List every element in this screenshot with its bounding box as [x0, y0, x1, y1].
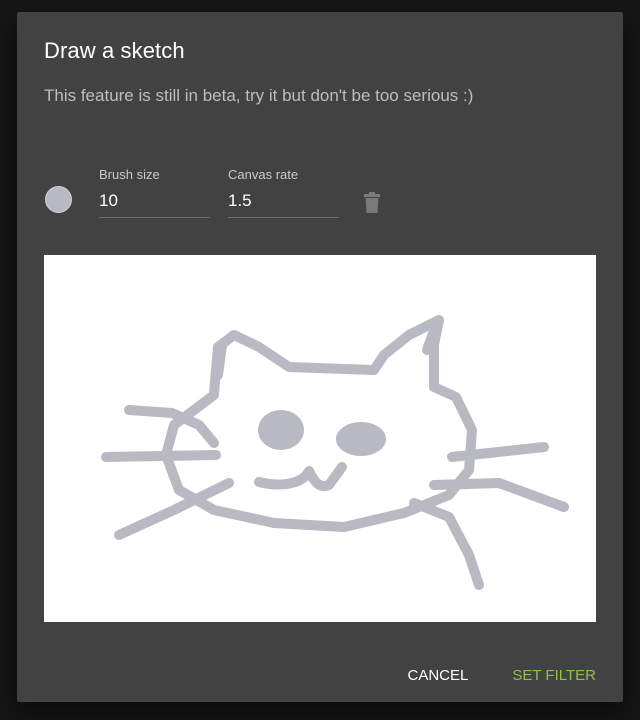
dialog-subtitle: This feature is still in beta, try it bu… [44, 86, 474, 105]
cat-whisker-left-mid [101, 450, 221, 462]
dialog-title: Draw a sketch [44, 38, 185, 63]
cat-right-eye [336, 422, 386, 456]
cat-mouth [254, 462, 347, 491]
cat-whisker-right-low [409, 498, 484, 590]
cancel-button[interactable]: CANCEL [408, 667, 469, 684]
sketch-dialog: Draw a sketch This feature is still in b… [17, 12, 623, 702]
brush-size-field: Brush size [99, 167, 210, 218]
canvas-rate-input[interactable] [228, 191, 339, 218]
canvas-rate-label: Canvas rate [228, 167, 299, 182]
cat-left-ear [213, 340, 227, 380]
set-filter-button[interactable]: SET FILTER [512, 667, 596, 684]
brush-size-label: Brush size [99, 167, 160, 182]
brush-color-picker[interactable] [45, 186, 72, 213]
brush-size-input[interactable] [99, 191, 210, 218]
cat-left-eye [258, 410, 304, 450]
trash-icon[interactable] [363, 192, 381, 214]
dialog-actions: CANCEL SET FILTER [408, 667, 597, 684]
sketch-canvas[interactable] [44, 255, 596, 622]
canvas-rate-field: Canvas rate [228, 167, 339, 218]
